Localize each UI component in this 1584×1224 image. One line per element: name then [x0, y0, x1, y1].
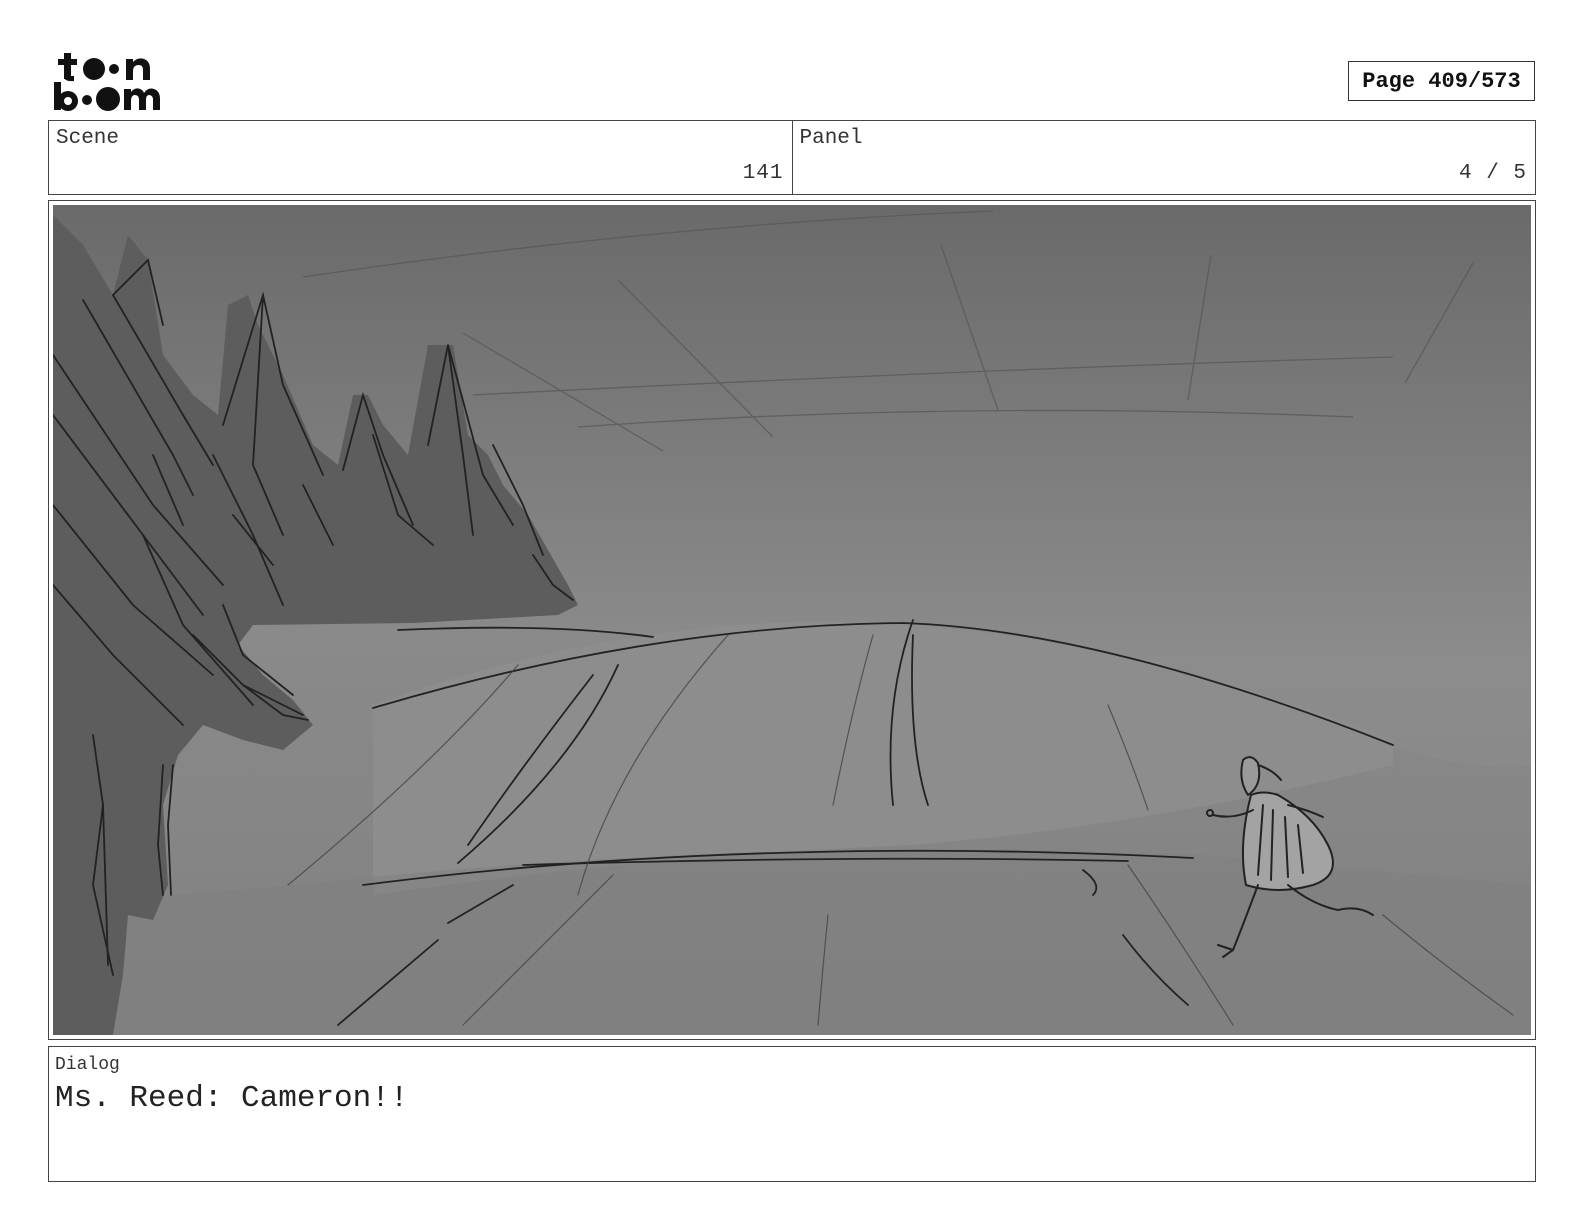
page-indicator: Page 409/573 [1348, 61, 1535, 101]
storyboard-sketch [53, 205, 1531, 1035]
scene-cell: Scene 141 [49, 121, 792, 194]
panel-cell: Panel 4 / 5 [791, 121, 1536, 194]
toon-boom-logo [52, 50, 164, 112]
panel-label: Panel [799, 127, 863, 150]
scene-number: 141 [742, 162, 784, 185]
dialog-label: Dialog [55, 1055, 120, 1075]
panel-frame [48, 200, 1536, 1040]
panel-number: 4 / 5 [1458, 162, 1527, 185]
storyboard-page: Page 409/573 Scene 141 Panel 4 / 5 Dialo… [0, 0, 1584, 1224]
dialog-text: Ms. Reed: Cameron!! [55, 1081, 409, 1116]
dialog-box: Dialog Ms. Reed: Cameron!! [48, 1046, 1536, 1182]
scene-panel-header: Scene 141 Panel 4 / 5 [48, 120, 1536, 195]
scene-label: Scene [56, 127, 120, 150]
